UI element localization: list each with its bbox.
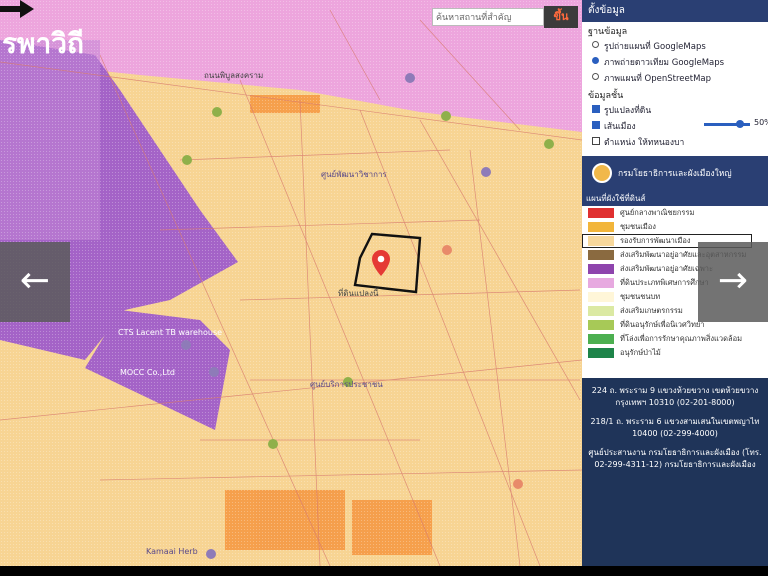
basemap-option[interactable]: รูปถ่ายแผนที่ GoogleMaps <box>582 38 768 54</box>
layer-option[interactable]: ตำแหน่ง ให้ทหนองบา <box>582 134 768 150</box>
basemap-option[interactable]: ภาพแผนที่ OpenStreetMap <box>582 70 768 86</box>
legend-label: ชุมชนชนบท <box>620 292 661 301</box>
legend-swatch <box>588 348 614 358</box>
place-label: Kamaai Herb <box>146 547 198 556</box>
checkbox-icon[interactable] <box>592 121 600 129</box>
legend-item: ศูนย์กลางพาณิชยกรรม <box>582 206 768 220</box>
hotline: ศูนย์ประสานงาน กรมโยธาธิการและผังเมือง (… <box>588 448 762 469</box>
opacity-slider[interactable] <box>704 120 750 128</box>
legend-pointer-icon <box>0 0 34 18</box>
layer-option[interactable]: รูปแปลงที่ดิน <box>582 102 768 118</box>
legend-swatch <box>588 306 614 316</box>
address-2: 218/1 ถ. พระราม 6 แขวงสามเสนในเขตพญาไท 1… <box>590 417 760 438</box>
department-logo-icon <box>592 163 612 183</box>
legend-swatch <box>588 292 614 302</box>
place-label: MOCC Co.,Ltd <box>120 368 176 377</box>
legend-label: ศูนย์กลางพาณิชยกรรม <box>620 208 695 217</box>
place-label: ศูนย์พัฒนาวิชาการ <box>321 170 387 179</box>
layers-title: ข้อมูลชั้น <box>588 91 624 101</box>
legend-label: ชุมชนเมือง <box>620 222 656 231</box>
slider-knob[interactable] <box>736 120 744 128</box>
legend-swatch <box>588 236 614 246</box>
legend-label: ที่ดินอนุรักษ์เพื่อนิเวศวิทยา <box>620 320 705 329</box>
basemap-option[interactable]: ภาพถ่ายดาวเทียม GoogleMaps <box>582 54 768 70</box>
selected-parcel-label: ที่ดินแปลงนี้ <box>338 289 379 298</box>
layer-option[interactable]: เส้นเมือง 50% <box>582 118 768 134</box>
next-arrow-icon[interactable]: → <box>698 242 768 322</box>
search-button[interactable]: ขึ้น <box>544 6 578 28</box>
legend-label: ที่โล่งเพื่อการรักษาคุณภาพสิ่งแวดล้อม <box>620 334 743 343</box>
legend-label: อนุรักษ์ป่าไม้ <box>620 348 661 357</box>
radio-icon[interactable] <box>592 41 599 48</box>
checkbox-icon[interactable] <box>592 105 600 113</box>
legend-label: ส่งเสริมเกษตรกรรม <box>620 306 683 315</box>
legend-swatch <box>588 250 614 260</box>
contact-footer: 224 ถ. พระราม 9 แขวงห้วยขวาง เขตห้วยขวาง… <box>582 378 768 566</box>
opacity-value: 50% <box>754 118 768 127</box>
place-label: ศูนย์บริการประชาชน <box>310 380 383 389</box>
search-input[interactable]: ค้นหาสถานที่สำคัญ <box>432 8 544 26</box>
legend-title: แผนที่ผังใช้ที่ดินส์ <box>582 192 768 206</box>
legend-swatch <box>588 334 614 344</box>
legend-item: อนุรักษ์ป่าไม้ <box>582 346 768 360</box>
radio-icon[interactable] <box>592 73 599 80</box>
radio-icon[interactable] <box>592 57 599 64</box>
prev-arrow-icon[interactable]: ← <box>0 242 70 322</box>
legend-swatch <box>588 320 614 330</box>
map-view[interactable]: ถนนพิบูลสงคราม รพาวิถี CTS Lacent TB war… <box>0 0 582 566</box>
legend-item: ที่โล่งเพื่อการรักษาคุณภาพสิ่งแวดล้อม <box>582 332 768 346</box>
road-label: ถนนพิบูลสงคราม <box>204 71 264 80</box>
basemap-title: ฐานข้อมูล <box>588 27 628 37</box>
checkbox-icon[interactable] <box>592 137 600 145</box>
legend-swatch <box>588 278 614 288</box>
legend-label: รองรับการพัฒนาเมือง <box>620 236 691 245</box>
department-banner: กรมโยธาธิการและผังเมืองใหญ่ <box>582 156 768 192</box>
legend-label: ที่ดินประเภทพิเศษการศึกษา <box>620 278 709 287</box>
legend-swatch <box>588 208 614 218</box>
panel-header: ตั้งข้อมูล <box>582 0 768 22</box>
address-1: 224 ถ. พระราม 9 แขวงห้วยขวาง เขตห้วยขวาง… <box>591 386 759 407</box>
district-label: รพาวิถี <box>2 27 84 60</box>
legend-swatch <box>588 264 614 274</box>
legend-swatch <box>588 222 614 232</box>
zoning-map[interactable] <box>0 0 582 566</box>
legend-item: ชุมชนเมือง <box>582 220 768 234</box>
place-label: CTS Lacent TB warehouse <box>118 328 223 337</box>
